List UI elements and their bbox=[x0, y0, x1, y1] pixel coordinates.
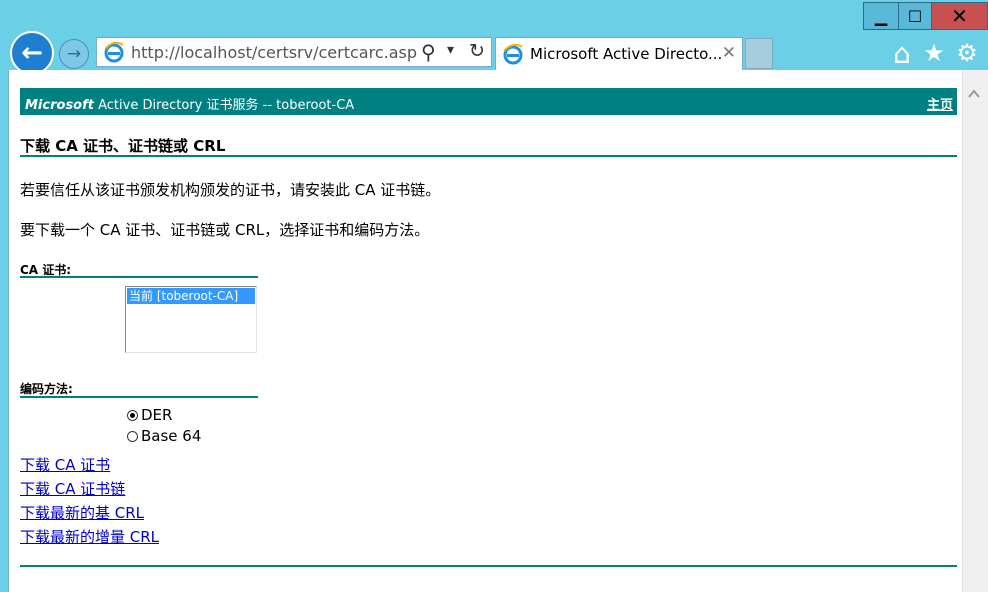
encoding-der-option[interactable]: DER bbox=[127, 406, 172, 424]
forward-button[interactable]: → bbox=[59, 39, 89, 69]
settings-icon[interactable]: ⚙ bbox=[954, 39, 980, 67]
home-icon[interactable]: ⌂ bbox=[889, 37, 915, 70]
maximize-icon: ☐ bbox=[907, 6, 923, 26]
download-delta-crl-link[interactable]: 下载最新的增量 CRL bbox=[20, 526, 159, 547]
scroll-up-icon[interactable] bbox=[968, 88, 980, 100]
encoding-base64-option[interactable]: Base 64 bbox=[127, 427, 201, 445]
heading-divider bbox=[20, 155, 957, 157]
minimize-button[interactable]: ▁ bbox=[863, 2, 899, 30]
url-text[interactable]: http://localhost/certsrv/certcarc.asp bbox=[131, 43, 417, 62]
ie-logo-icon bbox=[104, 41, 124, 63]
encoding-label: 编码方法: bbox=[20, 382, 73, 396]
download-ca-cert-link[interactable]: 下载 CA 证书 bbox=[20, 454, 110, 475]
tab-title: Microsoft Active Directo... bbox=[530, 45, 723, 63]
close-window-button[interactable]: ✕ bbox=[931, 2, 988, 30]
page-banner: Microsoft Active Directory 证书服务 -- tober… bbox=[20, 88, 957, 115]
ca-cert-listbox[interactable]: 当前 [toberoot-CA] bbox=[125, 286, 257, 353]
ca-cert-option[interactable]: 当前 [toberoot-CA] bbox=[127, 288, 255, 304]
der-radio[interactable] bbox=[127, 409, 138, 421]
paragraph-instructions: 要下载一个 CA 证书、证书链或 CRL，选择证书和编码方法。 bbox=[20, 221, 430, 239]
download-ca-chain-link[interactable]: 下载 CA 证书链 bbox=[20, 478, 125, 499]
banner-text: Active Directory 证书服务 -- toberoot-CA bbox=[93, 98, 355, 113]
encoding-divider bbox=[20, 396, 258, 398]
minimize-icon: ▁ bbox=[874, 6, 888, 26]
vertical-scrollbar[interactable] bbox=[962, 70, 988, 592]
der-label: DER bbox=[141, 406, 173, 424]
base64-radio[interactable] bbox=[127, 430, 138, 442]
address-bar[interactable]: http://localhost/certsrv/certcarc.asp ⚲ … bbox=[96, 37, 492, 67]
footer-divider bbox=[20, 565, 957, 567]
maximize-button[interactable]: ☐ bbox=[898, 2, 932, 30]
banner-title: Microsoft Active Directory 证书服务 -- tober… bbox=[25, 94, 354, 113]
ie-tab-icon bbox=[503, 43, 523, 65]
page-title: 下载 CA 证书、证书链或 CRL bbox=[20, 137, 226, 155]
download-base-crl-link[interactable]: 下载最新的基 CRL bbox=[20, 502, 144, 523]
address-dropdown-icon[interactable]: ▾ bbox=[447, 42, 454, 58]
back-button[interactable]: ← bbox=[10, 31, 54, 75]
paragraph-trust: 若要信任从该证书颁发机构颁发的证书，请安装此 CA 证书链。 bbox=[20, 181, 441, 199]
tab-active[interactable]: Microsoft Active Directo... ✕ bbox=[495, 37, 743, 70]
refresh-icon[interactable]: ↻ bbox=[469, 40, 485, 62]
search-icon[interactable]: ⚲ bbox=[421, 40, 436, 64]
page-content: Microsoft Active Directory 证书服务 -- tober… bbox=[8, 70, 971, 592]
favorites-icon[interactable]: ★ bbox=[921, 39, 947, 67]
base64-label: Base 64 bbox=[141, 427, 202, 445]
home-link[interactable]: 主页 bbox=[927, 94, 953, 113]
new-tab-button[interactable] bbox=[745, 38, 773, 69]
forward-arrow-icon: → bbox=[66, 44, 82, 64]
tab-close-icon[interactable]: ✕ bbox=[722, 43, 736, 63]
close-icon: ✕ bbox=[951, 4, 968, 28]
banner-brand: Microsoft bbox=[25, 98, 94, 113]
ca-cert-divider bbox=[20, 276, 258, 278]
back-arrow-icon: ← bbox=[21, 38, 43, 68]
